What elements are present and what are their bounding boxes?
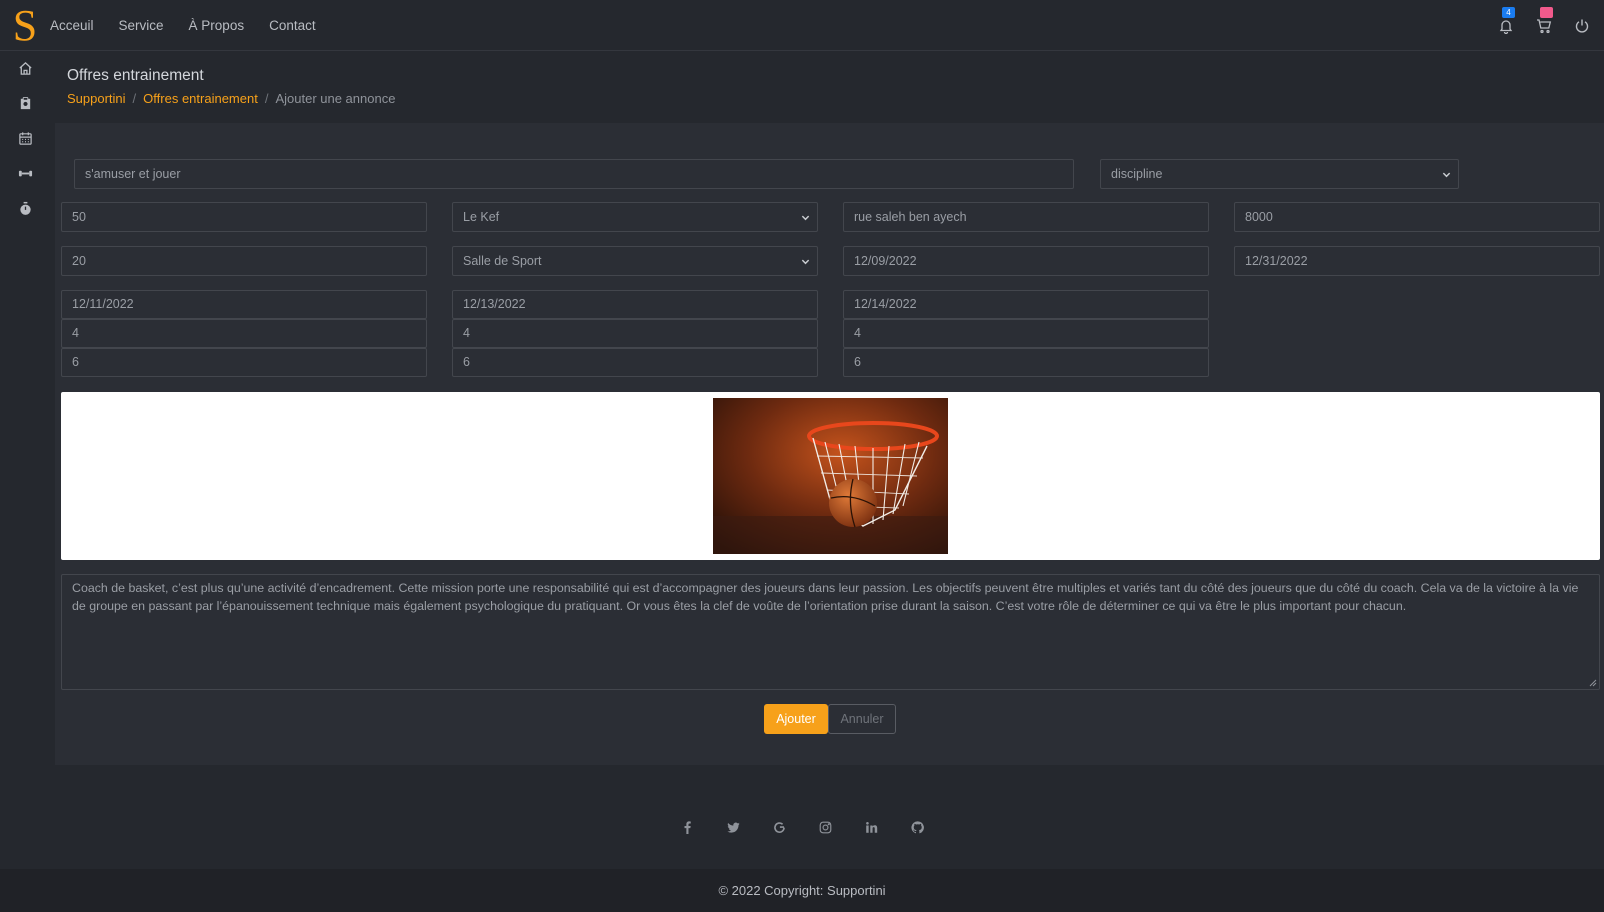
nav-link-about[interactable]: À Propos	[189, 18, 245, 33]
chevron-down-icon	[1442, 160, 1451, 188]
session-date-input[interactable]: 12/11/2022	[61, 290, 427, 319]
session-end-input[interactable]: 6	[452, 348, 818, 377]
description-text: Coach de basket, c’est plus qu’une activ…	[72, 581, 1579, 613]
facebook-icon[interactable]	[664, 817, 710, 837]
resize-grip-icon[interactable]	[1589, 679, 1597, 687]
footer: © 2022 Copyright: Supportini	[0, 869, 1604, 912]
session-date-input[interactable]: 12/13/2022	[452, 290, 818, 319]
title-input[interactable]: s'amuser et jouer	[74, 159, 1074, 189]
session-date-input[interactable]: 12/14/2022	[843, 290, 1209, 319]
top-navbar: S Acceuil Service À Propos Contact 4	[0, 0, 1604, 51]
page-title: Offres entrainement	[67, 67, 204, 84]
breadcrumb-separator: /	[132, 91, 137, 106]
cancel-button[interactable]: Annuler	[828, 704, 896, 734]
dumbbell-icon[interactable]	[0, 156, 50, 191]
postal-code-input[interactable]: 8000	[1234, 202, 1600, 232]
breadcrumb-current: Ajouter une annonce	[275, 91, 396, 106]
price-input[interactable]: 50	[61, 202, 427, 232]
session-end-input[interactable]: 6	[61, 348, 427, 377]
discipline-select[interactable]: discipline	[1100, 159, 1459, 189]
topbar-actions: 4	[1498, 0, 1590, 51]
clipboard-icon[interactable]	[0, 86, 50, 121]
breadcrumb-offers[interactable]: Offres entrainement	[143, 91, 258, 106]
copyright-text: © 2022 Copyright: Supportini	[718, 883, 886, 898]
breadcrumb: Supportini / Offres entrainement / Ajout…	[67, 91, 395, 106]
home-icon[interactable]	[0, 51, 50, 86]
twitter-icon[interactable]	[710, 817, 756, 837]
chevron-down-icon	[801, 247, 810, 275]
session-start-input[interactable]: 4	[452, 319, 818, 348]
power-icon[interactable]	[1574, 18, 1590, 34]
nav-link-contact[interactable]: Contact	[269, 18, 316, 33]
image-upload-area[interactable]	[61, 392, 1600, 560]
instagram-icon[interactable]	[802, 817, 848, 837]
nav-link-service[interactable]: Service	[119, 18, 164, 33]
cart-icon[interactable]	[1536, 6, 1553, 34]
calendar-icon[interactable]	[0, 121, 50, 156]
venue-type-select-value: Salle de Sport	[463, 254, 542, 268]
google-icon[interactable]	[756, 817, 802, 837]
city-select[interactable]: Le Kef	[452, 202, 818, 232]
discipline-select-value: discipline	[1111, 167, 1163, 181]
breadcrumb-home[interactable]: Supportini	[67, 91, 126, 106]
basketball-hoop-image	[713, 398, 948, 554]
chevron-down-icon	[801, 203, 810, 231]
main-nav: Acceuil Service À Propos Contact	[50, 18, 316, 33]
linkedin-icon[interactable]	[848, 817, 894, 837]
page-header: Offres entrainement Supportini / Offres …	[67, 67, 395, 106]
session-end-input[interactable]: 6	[843, 348, 1209, 377]
cart-badge	[1540, 6, 1553, 18]
nav-link-home[interactable]: Acceuil	[50, 18, 94, 33]
end-date-input[interactable]: 12/31/2022	[1234, 246, 1600, 276]
add-button[interactable]: Ajouter	[764, 704, 828, 734]
github-icon[interactable]	[894, 817, 940, 837]
breadcrumb-separator: /	[264, 91, 269, 106]
venue-type-select[interactable]: Salle de Sport	[452, 246, 818, 276]
address-input[interactable]: rue saleh ben ayech	[843, 202, 1209, 232]
bell-icon[interactable]: 4	[1498, 6, 1515, 34]
city-select-value: Le Kef	[463, 210, 500, 224]
session-start-input[interactable]: 4	[843, 319, 1209, 348]
start-date-input[interactable]: 12/09/2022	[843, 246, 1209, 276]
social-links	[0, 817, 1604, 837]
description-textarea[interactable]: Coach de basket, c’est plus qu’une activ…	[61, 574, 1600, 690]
sidebar	[0, 51, 50, 869]
brand-logo[interactable]: S	[0, 0, 50, 51]
notifications-badge: 4	[1502, 6, 1515, 18]
session-start-input[interactable]: 4	[61, 319, 427, 348]
stopwatch-icon[interactable]	[0, 191, 50, 226]
places-input[interactable]: 20	[61, 246, 427, 276]
